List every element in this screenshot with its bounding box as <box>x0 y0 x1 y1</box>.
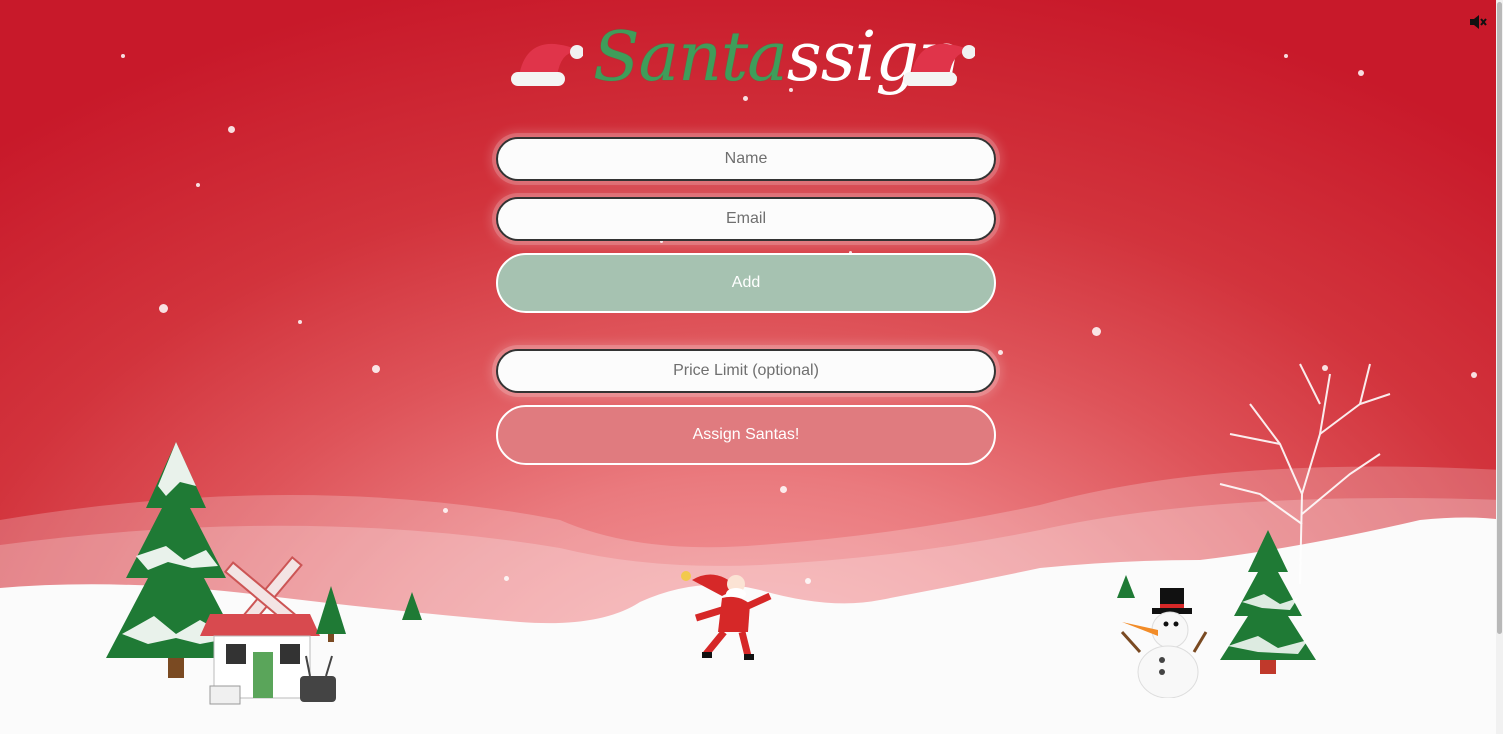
page-scrollbar[interactable] <box>1496 0 1503 734</box>
santa-hat-icon <box>903 43 975 86</box>
assign-santas-button[interactable]: Assign Santas! <box>496 405 996 465</box>
snowman-icon <box>1120 588 1208 698</box>
name-input[interactable] <box>496 137 996 181</box>
email-input[interactable] <box>496 197 996 241</box>
logo-text-santa: Santa <box>593 18 788 97</box>
christmas-tree-icon <box>1220 530 1316 674</box>
christmas-tree-icon <box>1117 575 1135 598</box>
add-button[interactable]: Add <box>496 253 996 313</box>
dancing-santa-icon <box>681 571 772 660</box>
santa-hat-icon <box>511 43 583 86</box>
mute-toggle-button[interactable] <box>1468 12 1488 32</box>
christmas-tree-icon <box>402 592 422 620</box>
app-logo: Santassign <box>593 10 962 110</box>
christmas-tree-icon <box>316 586 346 642</box>
app-header: Santassign <box>505 10 985 110</box>
price-limit-input[interactable] <box>496 349 996 393</box>
speaker-muted-icon <box>1470 15 1487 29</box>
scrollbar-thumb[interactable] <box>1497 2 1502 634</box>
